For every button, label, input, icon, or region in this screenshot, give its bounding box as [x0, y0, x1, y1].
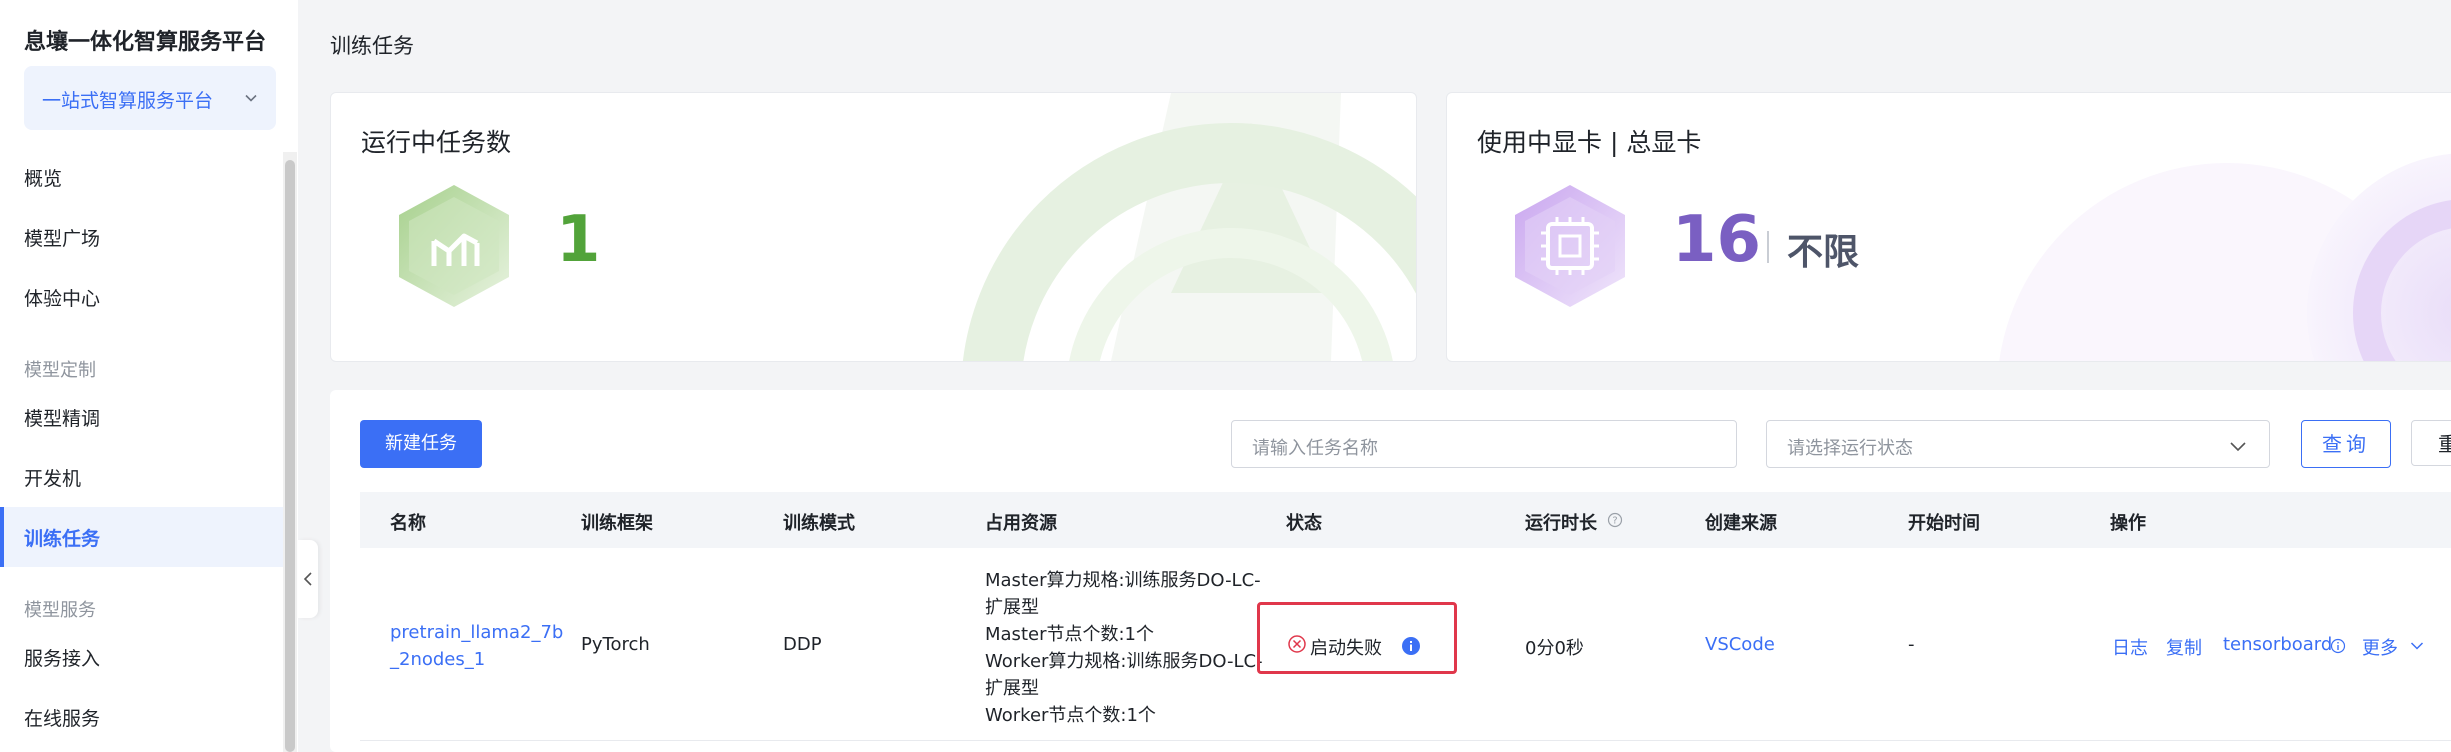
sidebar-item-label: 开发机	[24, 468, 82, 490]
resource-line: 扩展型	[985, 678, 1039, 699]
column-header-name: 名称	[390, 513, 426, 534]
sidebar-item-finetune[interactable]: 模型精调	[0, 387, 283, 447]
more-menu-button[interactable]: 更多	[2362, 634, 2398, 660]
sidebar-collapse-button[interactable]	[298, 540, 318, 618]
column-header-actions: 操作	[2110, 513, 2146, 534]
divider	[1767, 231, 1769, 263]
page-title: 训练任务	[330, 34, 414, 58]
chevron-down-icon	[2229, 438, 2247, 457]
task-start-time: -	[1908, 634, 1915, 655]
gpu-used-count: 16	[1672, 203, 1762, 277]
sidebar-item-training[interactable]: 训练任务	[0, 507, 283, 567]
column-header-source: 创建来源	[1705, 513, 1777, 534]
task-duration: 0分0秒	[1525, 638, 1584, 659]
new-task-button[interactable]: 新建任务	[360, 420, 482, 468]
task-name-search-input[interactable]: 请输入任务名称	[1231, 420, 1737, 468]
task-framework: PyTorch	[581, 634, 650, 655]
column-header-framework: 训练框架	[581, 513, 653, 534]
chip-icon	[1515, 185, 1625, 307]
platform-select[interactable]: 一站式智算服务平台	[24, 66, 276, 130]
run-status-select[interactable]: 请选择运行状态	[1766, 420, 2270, 468]
help-icon[interactable]: ?	[1607, 512, 1623, 528]
sidebar-group-custom: 模型定制	[24, 360, 96, 381]
copy-link[interactable]: 复制	[2166, 634, 2202, 660]
task-name-link-line1[interactable]: pretrain_llama2_7b	[390, 622, 563, 643]
column-header-mode: 训练模式	[783, 513, 855, 534]
sidebar-item-experience[interactable]: 体验中心	[0, 267, 283, 327]
task-name-link-line2[interactable]: _2nodes_1	[390, 649, 485, 670]
chevron-left-icon	[303, 572, 312, 586]
column-header-start-time: 开始时间	[1908, 513, 1980, 534]
task-source-link[interactable]: VSCode	[1705, 634, 1775, 655]
log-link[interactable]: 日志	[2112, 634, 2148, 660]
chevron-down-icon	[244, 90, 258, 109]
resource-line: Worker算力规格:训练服务DO-LC-	[985, 651, 1263, 672]
sidebar-item-label: 体验中心	[24, 288, 101, 310]
platform-select-label: 一站式智算服务平台	[42, 90, 214, 112]
active-indicator	[0, 507, 4, 567]
chevron-down-icon[interactable]	[2410, 641, 2424, 651]
tensorboard-link[interactable]: tensorboard	[2223, 634, 2332, 655]
svg-text:?: ?	[1612, 516, 1617, 527]
task-name-placeholder: 请输入任务名称	[1252, 438, 1378, 459]
task-status: 启动失败	[1310, 638, 1382, 659]
error-icon	[1288, 635, 1306, 653]
resource-line: Worker节点个数:1个	[985, 705, 1156, 726]
sidebar-item-label: 服务接入	[24, 648, 101, 670]
sidebar-item-label: 训练任务	[24, 528, 101, 550]
sidebar-scroll-thumb[interactable]	[285, 160, 295, 752]
reset-button[interactable]: 重	[2411, 420, 2451, 466]
gpu-total-count: 不限	[1787, 232, 1860, 273]
info-icon[interactable]	[1401, 636, 1421, 656]
column-header-duration: 运行时长	[1525, 513, 1597, 534]
resource-line: Master算力规格:训练服务DO-LC-	[985, 570, 1261, 591]
sidebar-group-service: 模型服务	[24, 600, 96, 621]
chart-icon	[399, 185, 509, 307]
sidebar-item-label: 概览	[24, 168, 63, 190]
running-tasks-count: 1	[556, 203, 601, 277]
sidebar-item-label: 模型精调	[24, 408, 101, 430]
sidebar: 息壤一体化智算服务平台 一站式智算服务平台 概览 模型广场 体验中心 模型定制 …	[0, 0, 298, 752]
query-button[interactable]: 查询	[2301, 420, 2391, 468]
running-tasks-title: 运行中任务数	[361, 128, 512, 157]
sidebar-item-service-access[interactable]: 服务接入	[0, 627, 283, 687]
sidebar-item-online-service[interactable]: 在线服务	[0, 687, 283, 747]
resource-line: 扩展型	[985, 597, 1039, 618]
info-outline-icon[interactable]	[2330, 638, 2346, 654]
sidebar-item-model-square[interactable]: 模型广场	[0, 207, 283, 267]
brand-title: 息壤一体化智算服务平台	[24, 30, 267, 55]
column-header-resources: 占用资源	[985, 513, 1057, 534]
sidebar-item-overview[interactable]: 概览	[0, 147, 283, 207]
resource-line: Master节点个数:1个	[985, 624, 1154, 645]
run-status-placeholder: 请选择运行状态	[1787, 438, 1913, 459]
gpu-usage-title: 使用中显卡 | 总显卡	[1477, 128, 1702, 157]
sidebar-item-label: 模型广场	[24, 228, 101, 250]
gpu-usage-card: 使用中显卡 | 总显卡 16 不限	[1446, 92, 2451, 362]
running-tasks-card: 运行中任务数 1	[330, 92, 1417, 362]
sidebar-item-label: 在线服务	[24, 708, 101, 730]
task-mode: DDP	[783, 634, 822, 655]
table-header: 名称 训练框架 训练模式 占用资源 状态 运行时长 创建来源 开始时间 操作	[360, 492, 2451, 548]
sidebar-item-devbox[interactable]: 开发机	[0, 447, 283, 507]
column-header-status: 状态	[1286, 513, 1322, 534]
